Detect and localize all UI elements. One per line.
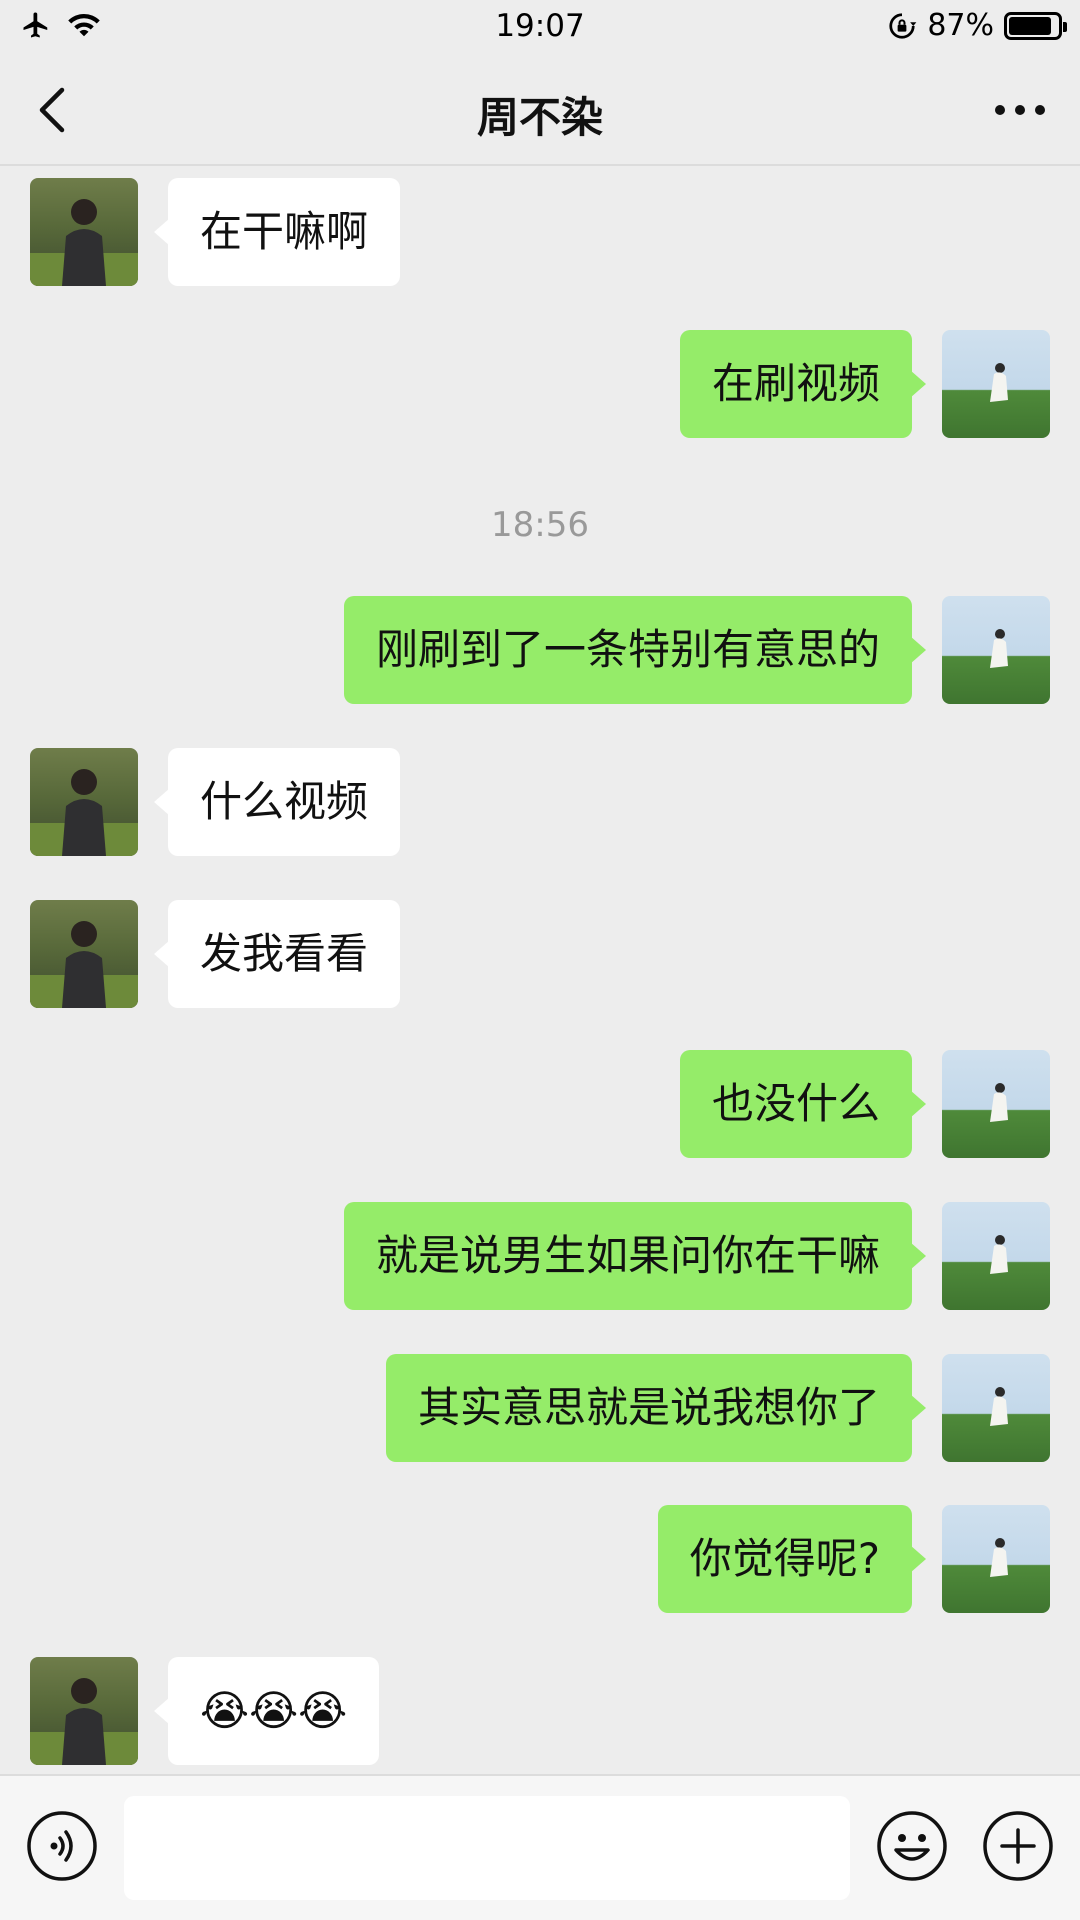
my-avatar[interactable] <box>942 330 1050 438</box>
input-bar <box>0 1774 1080 1920</box>
voice-icon[interactable] <box>26 1810 98 1882</box>
status-right: 87% <box>887 8 1067 43</box>
message-input[interactable] <box>124 1796 850 1900</box>
my-avatar[interactable] <box>942 596 1050 704</box>
status-bar: 19:07 87% <box>0 0 1080 56</box>
message-row: 你觉得呢? <box>0 1505 1080 1613</box>
message-bubble-sent: 你觉得呢? <box>657 1505 927 1613</box>
battery-percent: 87% <box>927 8 994 43</box>
emoji-icon[interactable] <box>876 1810 948 1882</box>
chat-timestamp: 18:56 <box>491 505 589 545</box>
message-bubble-received: 发我看看 <box>153 900 401 1008</box>
contact-avatar[interactable] <box>30 1657 138 1765</box>
message-row: 什么视频 <box>0 748 1080 856</box>
message-bubble-sent: 在刷视频 <box>679 330 927 438</box>
battery-icon <box>1004 11 1067 40</box>
message-row: 其实意思就是说我想你了 <box>0 1354 1080 1462</box>
rotation-lock-icon <box>889 12 917 39</box>
message-bubble-received: 在干嘛啊 <box>153 178 401 286</box>
nav-bar: 周不染 <box>0 56 1080 166</box>
message-row: 发我看看 <box>0 900 1080 1008</box>
contact-avatar[interactable] <box>30 900 138 1008</box>
contact-avatar[interactable] <box>30 178 138 286</box>
my-avatar[interactable] <box>942 1354 1050 1462</box>
message-row: 😭😭😭 <box>0 1657 1080 1765</box>
message-row: 就是说男生如果问你在干嘛 <box>0 1202 1080 1310</box>
message-bubble-sent: 其实意思就是说我想你了 <box>385 1354 927 1462</box>
message-bubble-sent: 就是说男生如果问你在干嘛 <box>343 1202 927 1310</box>
message-bubble-sent: 刚刷到了一条特别有意思的 <box>343 596 927 704</box>
battery-fill <box>1009 16 1051 35</box>
message-row: 也没什么 <box>0 1050 1080 1158</box>
message-bubble-received: 什么视频 <box>153 748 401 856</box>
message-row: 在刷视频 <box>0 330 1080 438</box>
more-icon[interactable] <box>990 90 1050 130</box>
my-avatar[interactable] <box>942 1505 1050 1613</box>
message-bubble-received: 😭😭😭 <box>153 1657 380 1765</box>
chat-title: 周不染 <box>476 93 603 142</box>
message-row: 刚刷到了一条特别有意思的 <box>0 596 1080 704</box>
plus-icon[interactable] <box>982 1810 1054 1882</box>
message-bubble-sent: 也没什么 <box>679 1050 927 1158</box>
message-row: 在干嘛啊 <box>0 178 1080 286</box>
contact-avatar[interactable] <box>30 748 138 856</box>
my-avatar[interactable] <box>942 1202 1050 1310</box>
my-avatar[interactable] <box>942 1050 1050 1158</box>
